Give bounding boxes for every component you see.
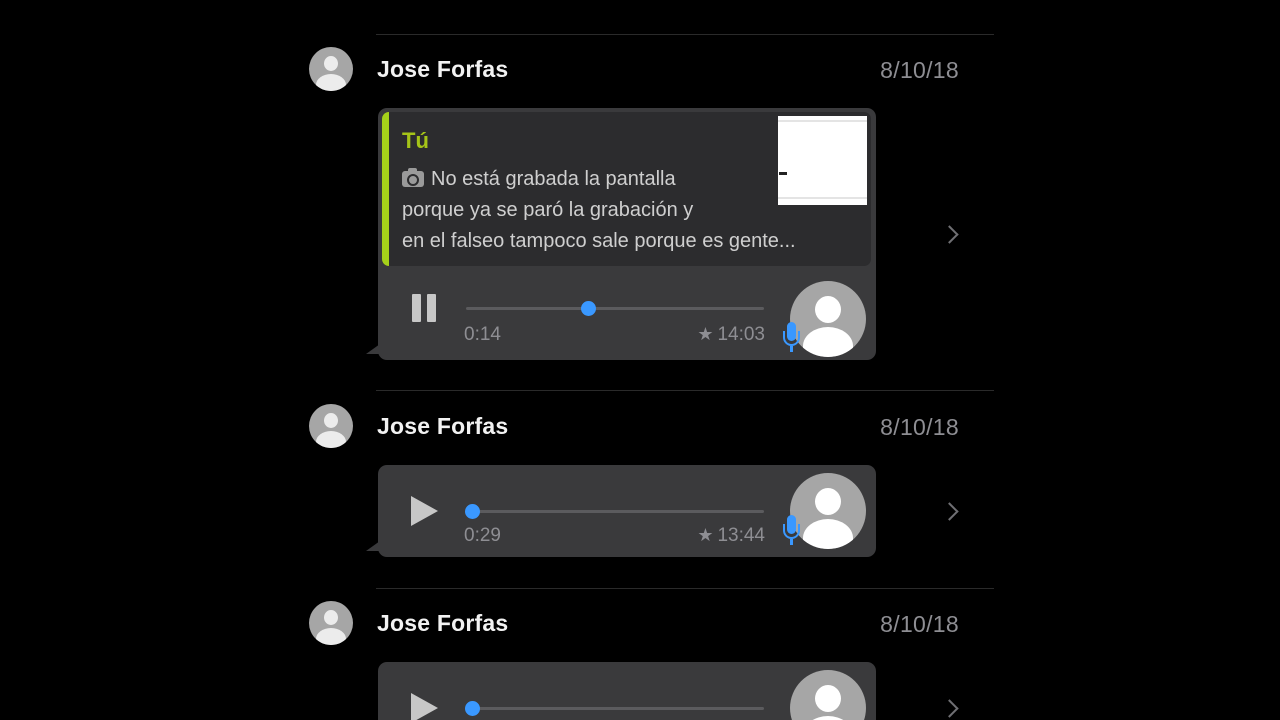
sender-name: Jose Forfas	[377, 610, 509, 636]
camera-icon	[402, 168, 424, 187]
contact-avatar[interactable]	[309, 404, 353, 448]
audio-elapsed: 0:29	[464, 525, 501, 546]
quote-text-line: porque ya se paró la grabación y	[402, 199, 694, 221]
audio-progress-track[interactable]	[464, 504, 764, 519]
audio-scrubber[interactable]	[464, 701, 480, 716]
audio-player: 0:29 ★ 13:44	[378, 465, 876, 557]
microphone-icon	[783, 515, 800, 545]
quote-thumbnail	[778, 116, 867, 205]
voice-sender-avatar	[790, 670, 866, 720]
audio-player: 0:14 ★ 14:03	[378, 272, 876, 364]
message-time: ★ 13:44	[697, 525, 765, 546]
microphone-icon	[783, 322, 800, 352]
voice-sender-avatar	[790, 281, 866, 357]
divider	[376, 390, 994, 391]
quoted-message[interactable]: Tú No está grabada la pantalla porque ya…	[382, 112, 871, 266]
audio-player	[378, 662, 876, 720]
quote-accent-bar	[382, 112, 389, 266]
audio-progress-track[interactable]	[464, 701, 764, 716]
chevron-right-icon[interactable]	[940, 502, 959, 521]
divider	[376, 588, 994, 589]
star-icon: ★	[697, 324, 714, 344]
divider	[376, 34, 994, 35]
quote-text-line: No está grabada la pantalla	[402, 168, 676, 191]
quote-author: Tú	[402, 128, 429, 153]
voice-sender-avatar	[790, 473, 866, 549]
voice-message-bubble[interactable]: 0:29 ★ 13:44	[366, 465, 876, 557]
sender-name: Jose Forfas	[377, 413, 509, 439]
message-time: ★ 14:03	[697, 324, 765, 345]
chevron-right-icon[interactable]	[940, 225, 959, 244]
message-date: 8/10/18	[880, 611, 959, 637]
audio-scrubber[interactable]	[464, 504, 480, 519]
quote-text-line: en el falseo tampoco sale porque es gent…	[402, 230, 796, 252]
star-icon: ★	[697, 525, 714, 545]
sender-name: Jose Forfas	[377, 56, 509, 82]
play-icon[interactable]	[411, 693, 438, 720]
play-icon[interactable]	[411, 496, 438, 526]
contact-avatar[interactable]	[309, 47, 353, 91]
chevron-right-icon[interactable]	[940, 699, 959, 718]
message-date: 8/10/18	[880, 414, 959, 440]
audio-elapsed: 0:14	[464, 324, 501, 345]
voice-message-bubble[interactable]	[378, 662, 876, 720]
audio-progress-track[interactable]	[466, 301, 764, 316]
audio-scrubber[interactable]	[581, 301, 597, 316]
message-date: 8/10/18	[880, 57, 959, 83]
contact-avatar[interactable]	[309, 601, 353, 645]
voice-message-bubble[interactable]: Tú No está grabada la pantalla porque ya…	[366, 108, 876, 360]
pause-icon[interactable]	[410, 294, 438, 322]
